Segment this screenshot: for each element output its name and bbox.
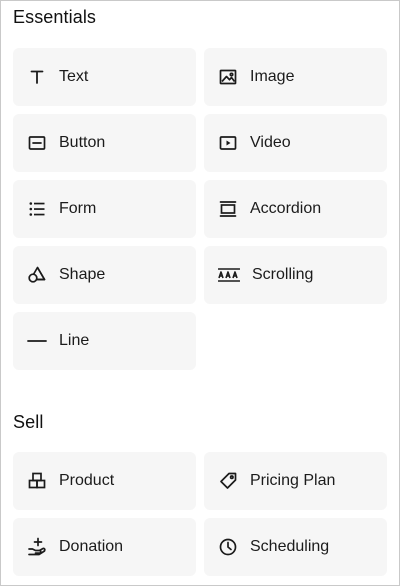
element-tile-button[interactable]: Button: [13, 114, 196, 172]
section-title-essentials: Essentials: [13, 7, 97, 27]
video-icon: [218, 133, 238, 153]
element-tile-video[interactable]: Video: [204, 114, 387, 172]
element-tile-line[interactable]: Line: [13, 312, 196, 370]
section-title-sell: Sell: [13, 412, 44, 432]
line-icon: [27, 331, 47, 351]
element-tile-accordion[interactable]: Accordion: [204, 180, 387, 238]
element-tile-scrolling[interactable]: Scrolling: [204, 246, 387, 304]
element-label: Form: [59, 200, 97, 217]
element-label: Video: [250, 134, 291, 151]
essentials-grid: Text Image Button Video Form Accordion S…: [13, 48, 387, 370]
shape-icon: [27, 265, 47, 285]
element-tile-form[interactable]: Form: [13, 180, 196, 238]
element-tile-product[interactable]: Product: [13, 452, 196, 510]
scrolling-icon: [218, 265, 240, 285]
clock-icon: [218, 537, 238, 557]
text-icon: [27, 67, 47, 87]
accordion-icon: [218, 199, 238, 219]
element-label: Scheduling: [250, 538, 330, 555]
element-tile-pricing-plan[interactable]: Pricing Plan: [204, 452, 387, 510]
tag-icon: [218, 471, 238, 491]
button-icon: [27, 133, 47, 153]
element-label: Text: [59, 68, 89, 85]
elements-panel: Essentials Text Image Button Video Form …: [1, 1, 399, 585]
element-label: Product: [59, 472, 115, 489]
element-label: Scrolling: [252, 266, 314, 283]
element-label: Line: [59, 332, 90, 349]
sell-grid: Product Pricing Plan Donation Scheduling: [13, 452, 387, 576]
element-label: Image: [250, 68, 295, 85]
element-label: Donation: [59, 538, 124, 555]
element-label: Shape: [59, 266, 106, 283]
form-icon: [27, 199, 47, 219]
element-tile-image[interactable]: Image: [204, 48, 387, 106]
element-tile-scheduling[interactable]: Scheduling: [204, 518, 387, 576]
element-tile-shape[interactable]: Shape: [13, 246, 196, 304]
element-label: Pricing Plan: [250, 472, 336, 489]
element-tile-text[interactable]: Text: [13, 48, 196, 106]
donation-icon: [27, 537, 47, 557]
element-tile-donation[interactable]: Donation: [13, 518, 196, 576]
element-label: Button: [59, 134, 106, 151]
image-icon: [218, 67, 238, 87]
product-icon: [27, 471, 47, 491]
element-label: Accordion: [250, 200, 322, 217]
